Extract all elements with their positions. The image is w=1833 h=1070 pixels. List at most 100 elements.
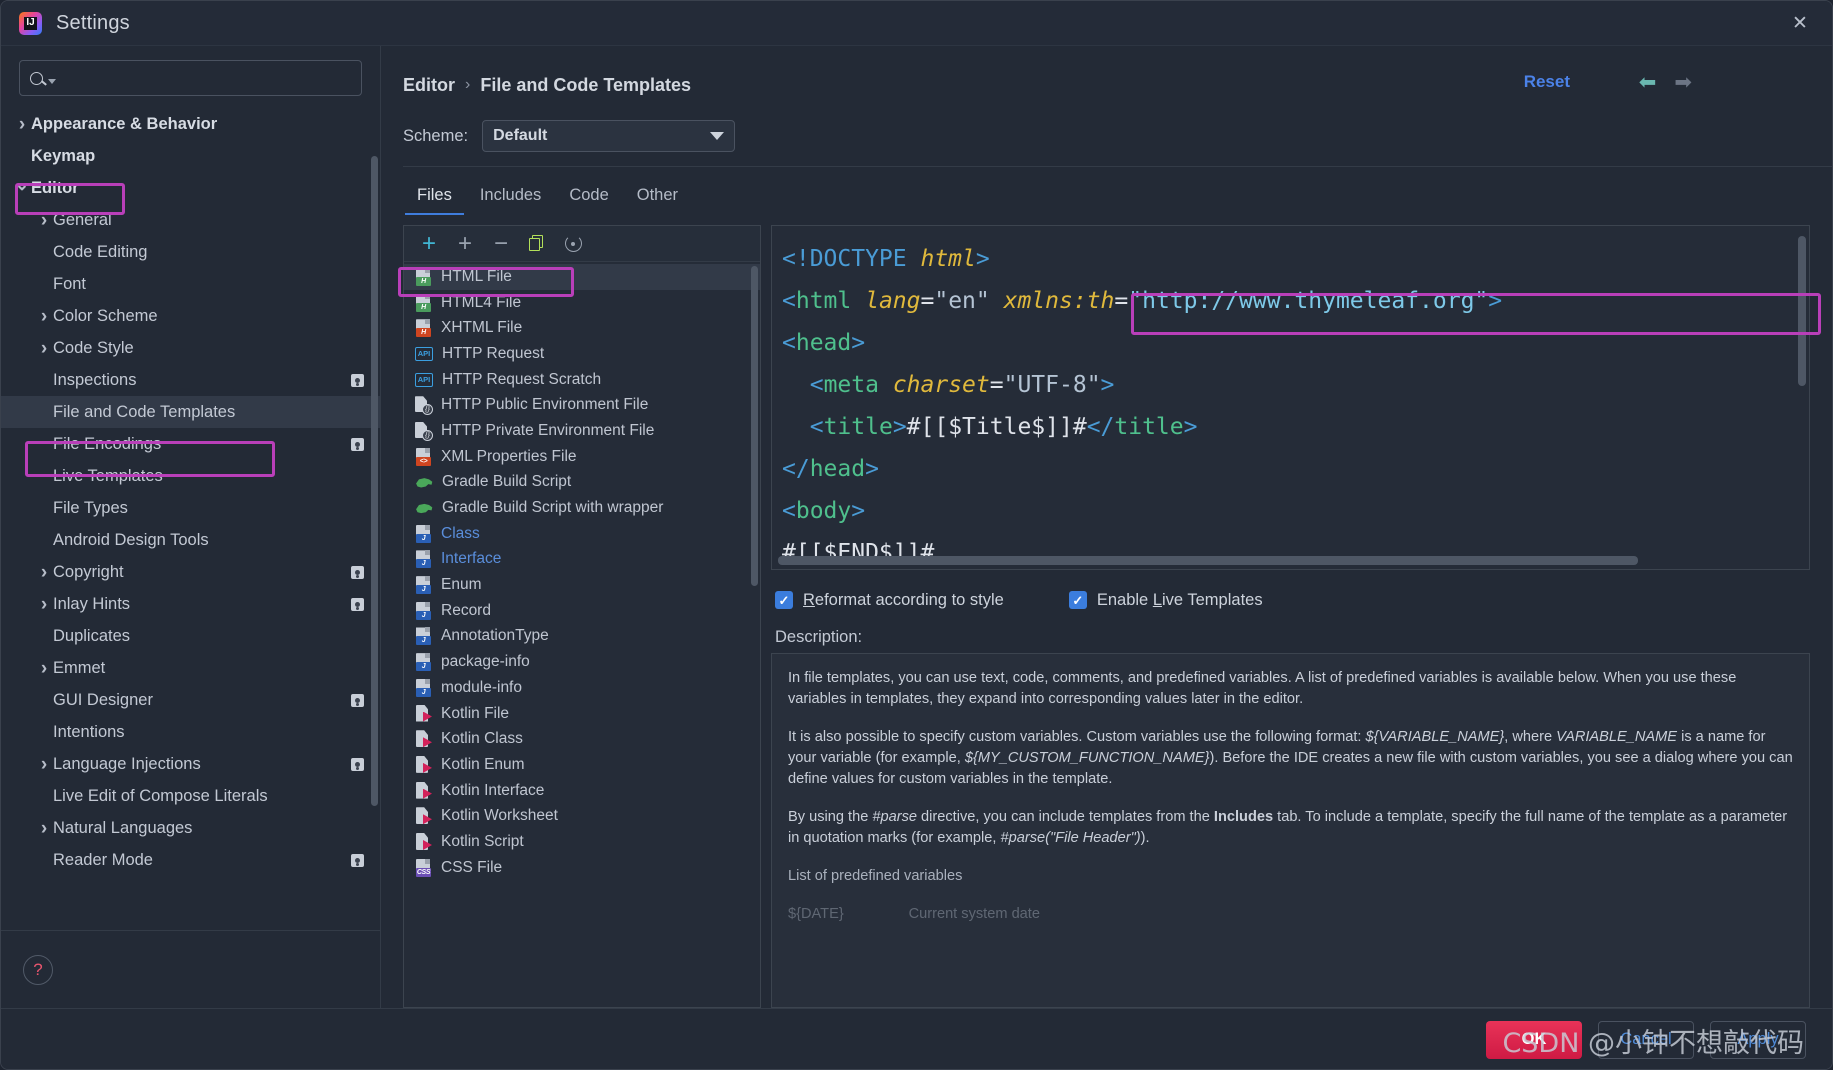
scheme-row: Scheme: Default [381,102,1832,156]
sidebar-item-natural-languages[interactable]: Natural Languages [1,812,380,844]
reset-button[interactable]: Reset [1524,72,1570,92]
template-list-item[interactable]: J Class [404,521,760,547]
project-scope-badge-icon [351,565,364,579]
minus-icon: − [493,229,508,257]
template-list-item[interactable]: J Record [404,598,760,624]
chevron-right-icon[interactable] [35,755,53,774]
template-list-item[interactable]: H XHTML File [404,315,760,341]
sidebar-item-code-editing[interactable]: Code Editing [1,236,380,268]
template-list-item[interactable]: H HTML4 File [404,290,760,316]
sidebar-item-appearance-behavior[interactable]: Appearance & Behavior [1,108,380,140]
help-question-icon[interactable]: ? [23,954,53,985]
code-horizontal-scrollbar[interactable] [778,556,1638,565]
template-list-item[interactable]: Jpackage-info [404,649,760,675]
code-vertical-scrollbar[interactable] [1798,236,1806,386]
search-input[interactable] [56,69,351,87]
template-list-item[interactable]: Kotlin Script [404,829,760,855]
template-list-item[interactable]: Kotlin Worksheet [404,803,760,829]
chevron-right-icon[interactable] [35,339,53,358]
template-list-item[interactable]: Gradle Build Script with wrapper [404,495,760,521]
description-paragraph-2: It is also possible to specify custom va… [788,729,1793,787]
template-list-item[interactable]: Gradle Build Script [404,470,760,496]
sidebar-item-keymap[interactable]: Keymap [1,140,380,172]
arrow-left-icon[interactable]: ⬅ [1639,72,1657,93]
project-scope-badge-icon [351,437,364,451]
sidebar-item-label: Duplicates [53,626,131,645]
template-list-item[interactable]: {} HTTP Private Environment File [404,418,760,444]
template-list-item[interactable]: Jmodule-info [404,675,760,701]
template-list-item[interactable]: {} HTTP Public Environment File [404,392,760,418]
chevron-right-icon[interactable] [35,659,53,678]
settings-tree: Appearance & Behavior Keymap Editor General… [1,106,380,930]
template-list-item[interactable]: CSS CSS File [404,855,760,881]
close-icon[interactable]: ✕ [1778,7,1822,39]
tab-code[interactable]: Code [555,186,622,215]
add-button[interactable]: + [452,231,478,257]
template-list-item[interactable]: J Interface [404,547,760,573]
sidebar-item-android-design-tools[interactable]: Android Design Tools [1,524,380,556]
tab-files[interactable]: Files [403,186,466,215]
arrow-right-icon[interactable]: ➡ [1674,72,1692,93]
chevron-right-icon[interactable] [35,211,53,230]
template-list-item[interactable]: Kotlin Enum [404,752,760,778]
sidebar-item-duplicates[interactable]: Duplicates [1,620,380,652]
template-list: H HTML File H HTML4 File H XHTML File API HTTP … [404,262,760,1007]
breadcrumb-parent[interactable]: Editor [403,75,455,96]
template-list-item[interactable]: API HTTP Request [404,341,760,367]
ok-button[interactable]: OK [1486,1020,1582,1059]
sidebar-scrollbar[interactable] [371,156,378,806]
apply-button[interactable]: Apply [1710,1020,1806,1059]
sidebar-item-gui-designer[interactable]: GUI Designer [1,684,380,716]
template-list-item[interactable]: J Enum [404,572,760,598]
sidebar-item-file-encodings[interactable]: File Encodings [1,428,380,460]
chevron-right-icon[interactable] [35,819,53,838]
tab-includes[interactable]: Includes [466,186,555,215]
sidebar-item-reader-mode[interactable]: Reader Mode [1,844,380,876]
chevron-down-icon[interactable] [13,183,31,193]
html-file-icon: H [415,293,432,312]
copy-button[interactable] [524,231,550,257]
sidebar-item-emmet[interactable]: Emmet [1,652,380,684]
chevron-right-icon[interactable] [35,595,53,614]
template-list-item[interactable]: J AnnotationType [404,624,760,650]
help-row: ? [1,930,380,1008]
sidebar-item-intentions[interactable]: Intentions [1,716,380,748]
template-list-item[interactable]: Kotlin Interface [404,778,760,804]
cancel-button[interactable]: Cancel [1598,1020,1694,1059]
reformat-checkbox[interactable] [775,591,793,609]
reset-template-button[interactable] [560,231,586,257]
template-list-scrollbar[interactable] [751,266,758,586]
sidebar-item-editor[interactable]: Editor [1,172,380,204]
template-list-item[interactable]: H HTML File [404,264,760,290]
template-list-item[interactable]: Kotlin Class [404,726,760,752]
sidebar-item-label: Code Editing [53,242,148,261]
chevron-right-icon[interactable] [35,563,53,582]
chevron-right-icon[interactable] [13,115,31,134]
tab-bar: Files Includes Code Other [381,167,1832,215]
sidebar-item-general[interactable]: General [1,204,380,236]
sidebar-item-inspections[interactable]: Inspections [1,364,380,396]
live-templates-checkbox[interactable] [1068,591,1087,609]
remove-button[interactable]: − [488,231,514,257]
sidebar-item-file-and-code-templates[interactable]: File and Code Templates [1,396,380,428]
template-list-item[interactable]: API HTTP Request Scratch [404,367,760,393]
template-code-editor[interactable]: <!DOCTYPE html> <html lang="en" xmlns:th… [771,225,1810,570]
sidebar-item-language-injections[interactable]: Language Injections [1,748,380,780]
scheme-select[interactable]: Default [482,120,736,152]
sidebar-item-inlay-hints[interactable]: Inlay Hints [1,588,380,620]
template-list-item[interactable]: Kotlin File [404,701,760,727]
sidebar-item-color-scheme[interactable]: Color Scheme [1,300,380,332]
search-box[interactable] [19,60,362,96]
sidebar-item-copyright[interactable]: Copyright [1,556,380,588]
chevron-right-icon[interactable] [35,307,53,326]
template-list-item[interactable]: <> XML Properties File [404,444,760,470]
sidebar-item-live-edit-of-compose-literals[interactable]: Live Edit of Compose Literals [1,780,380,812]
sidebar-item-code-style[interactable]: Code Style [1,332,380,364]
sidebar-item-font[interactable]: Font [1,268,380,300]
sidebar-item-label: Live Edit of Compose Literals [53,786,268,805]
description-label: Description: [775,628,863,646]
sidebar-item-file-types[interactable]: File Types [1,492,380,524]
create-template-button[interactable]: + [416,231,442,257]
sidebar-item-live-templates[interactable]: Live Templates [1,460,380,492]
tab-other[interactable]: Other [623,186,692,215]
